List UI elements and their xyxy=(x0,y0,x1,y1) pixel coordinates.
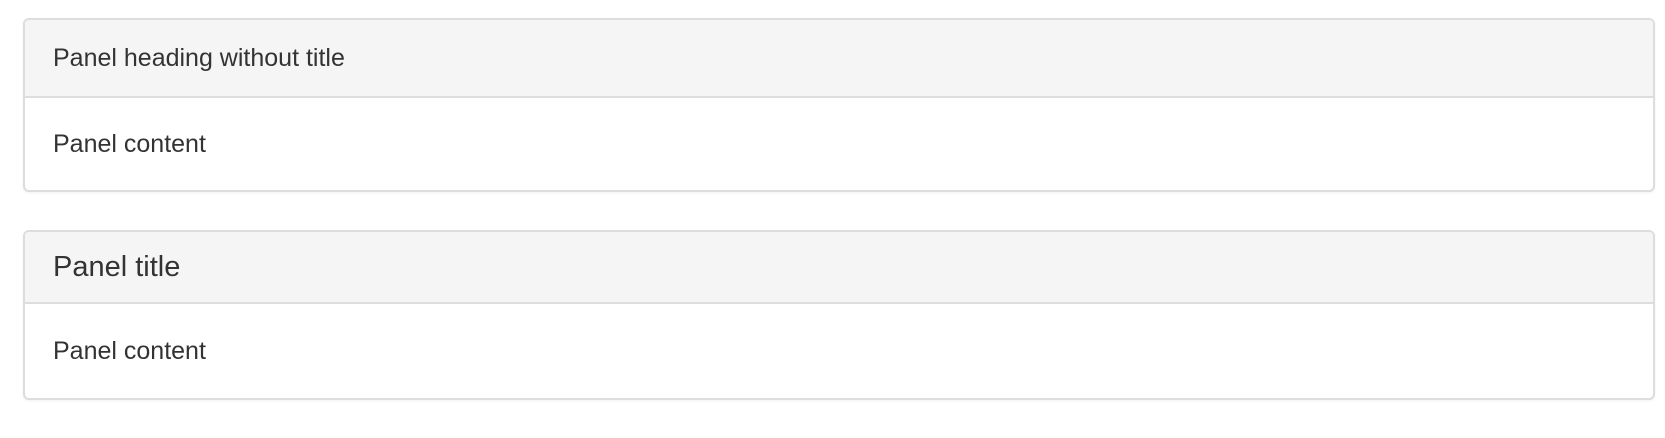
panel-with-title: Panel title Panel content xyxy=(23,230,1655,400)
panel-content-text: Panel content xyxy=(53,336,206,365)
page: Panel heading without title Panel conten… xyxy=(0,0,1665,438)
panel-heading-text: Panel heading without title xyxy=(53,43,345,72)
panel-content-text: Panel content xyxy=(53,129,206,158)
panel-heading-without-title: Panel heading without title Panel conten… xyxy=(23,18,1655,192)
panel-heading: Panel title xyxy=(25,232,1653,304)
panel-title: Panel title xyxy=(53,250,181,283)
panel-body: Panel content xyxy=(25,304,1653,398)
panel-heading: Panel heading without title xyxy=(25,20,1653,98)
panel-body: Panel content xyxy=(25,98,1653,190)
